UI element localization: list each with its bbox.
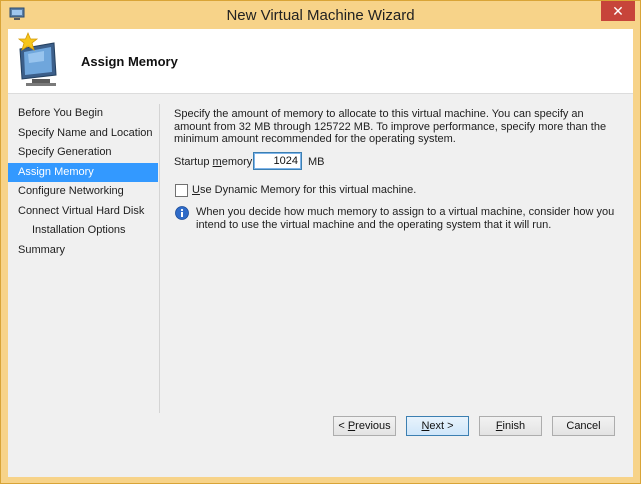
close-button[interactable]: ✕ <box>601 1 635 21</box>
nav-item-specify-generation[interactable]: Specify Generation <box>8 143 158 163</box>
finish-button[interactable]: Finish <box>479 416 542 436</box>
dynamic-memory-checkbox[interactable] <box>175 184 188 197</box>
wizard-footer: < Previous Next > Finish Cancel <box>8 409 633 477</box>
wizard-step-nav: Before You Begin Specify Name and Locatio… <box>8 104 158 260</box>
nav-item-installation-options[interactable]: Installation Options <box>8 221 158 241</box>
info-icon <box>175 206 189 220</box>
nav-item-before-you-begin[interactable]: Before You Begin <box>8 104 158 124</box>
memory-info-text: When you decide how much memory to assig… <box>196 206 615 231</box>
window-title: New Virtual Machine Wizard <box>226 7 415 24</box>
startup-memory-input[interactable] <box>253 152 302 170</box>
cancel-button[interactable]: Cancel <box>552 416 615 436</box>
nav-item-summary[interactable]: Summary <box>8 241 158 261</box>
nav-item-configure-networking[interactable]: Configure Networking <box>8 182 158 202</box>
startup-memory-row: Startup memory: MB <box>174 152 474 172</box>
startup-memory-label: Startup memory: <box>174 156 256 168</box>
wizard-client-area: Assign Memory Before You Begin Specify Na… <box>8 29 633 477</box>
wizard-header: Assign Memory <box>8 29 633 94</box>
wizard-window: New Virtual Machine Wizard ✕ Assign Memo… <box>0 0 641 484</box>
nav-item-assign-memory[interactable]: Assign Memory <box>8 162 158 182</box>
step-content: Specify the amount of memory to allocate… <box>174 108 614 231</box>
next-button[interactable]: Next > <box>406 416 469 436</box>
previous-button[interactable]: < Previous <box>333 416 396 436</box>
nav-item-specify-name-and-location[interactable]: Specify Name and Location <box>8 124 158 144</box>
title-bar[interactable]: New Virtual Machine Wizard ✕ <box>1 1 640 29</box>
page-heading: Assign Memory <box>81 54 178 69</box>
dynamic-memory-row[interactable]: Use Dynamic Memory for this virtual mach… <box>175 183 475 199</box>
startup-memory-unit: MB <box>308 156 325 168</box>
nav-divider <box>159 104 160 413</box>
new-vm-wizard-icon <box>17 31 57 86</box>
nav-item-connect-virtual-hard-disk[interactable]: Connect Virtual Hard Disk <box>8 202 158 222</box>
dynamic-memory-label[interactable]: Use Dynamic Memory for this virtual mach… <box>192 184 416 196</box>
memory-description: Specify the amount of memory to allocate… <box>174 108 607 145</box>
